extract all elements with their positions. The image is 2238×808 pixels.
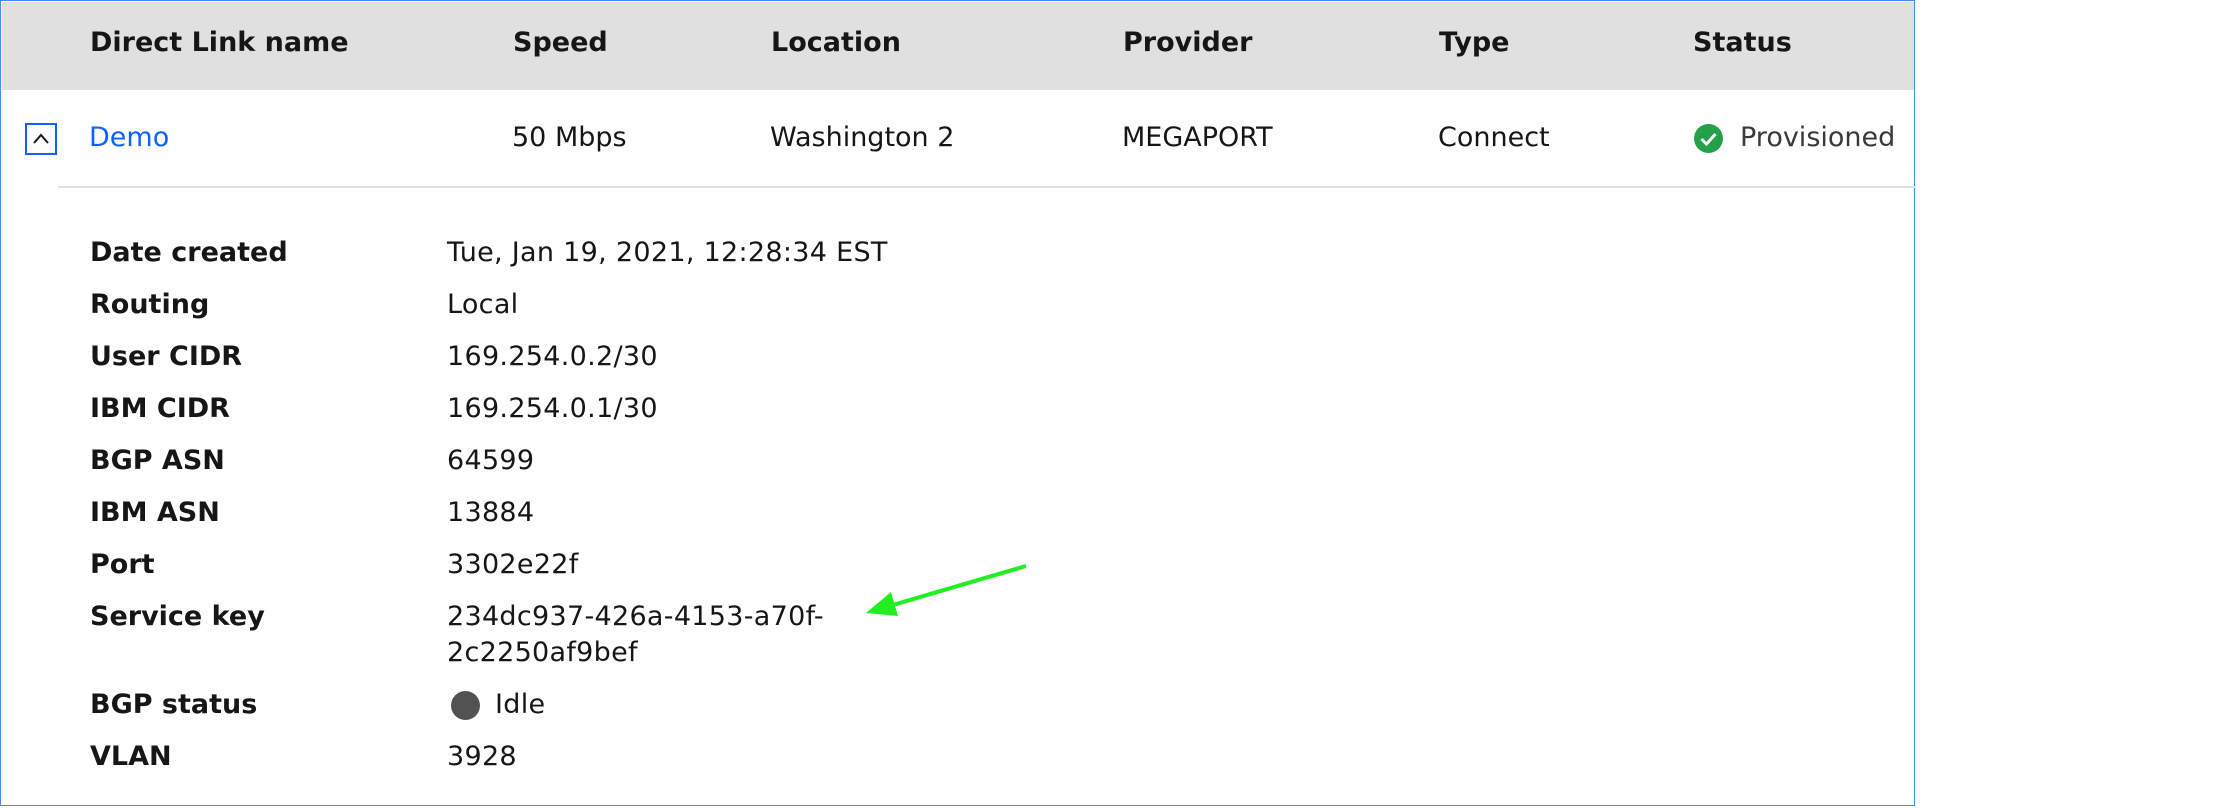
detail-label-vlan: VLAN	[90, 741, 172, 772]
direct-link-name-link[interactable]: Demo	[89, 99, 169, 181]
detail-value-user-cidr: 169.254.0.2/30	[447, 341, 658, 372]
status-label: Provisioned	[1740, 122, 1896, 153]
detail-value-service-key-line1: 234dc937-426a-4153-a70f-	[447, 601, 824, 632]
speed-cell: 50 Mbps	[512, 122, 627, 153]
detail-label-service-key: Service key	[90, 601, 265, 632]
detail-value-ibm-cidr: 169.254.0.1/30	[447, 393, 658, 424]
annotation-arrow-icon	[861, 556, 1031, 616]
detail-value-port: 3302e22f	[447, 549, 579, 580]
detail-label-bgp-status: BGP status	[90, 689, 258, 720]
row-divider	[58, 186, 1915, 188]
detail-label-bgp-asn: BGP ASN	[90, 445, 225, 476]
column-header-provider[interactable]: Provider	[1123, 2, 1252, 90]
column-header-status[interactable]: Status	[1693, 2, 1792, 90]
column-header-name[interactable]: Direct Link name	[90, 2, 349, 90]
detail-value-bgp-asn: 64599	[447, 445, 535, 476]
idle-status-dot-icon	[451, 691, 480, 720]
detail-label-port: Port	[90, 549, 155, 580]
checkmark-filled-icon	[1693, 123, 1724, 154]
detail-value-service-key-line2: 2c2250af9bef	[447, 637, 638, 668]
location-cell: Washington 2	[770, 122, 955, 153]
provider-cell: MEGAPORT	[1122, 122, 1273, 153]
column-header-location[interactable]: Location	[771, 2, 901, 90]
detail-value-date-created: Tue, Jan 19, 2021, 12:28:34 EST	[447, 237, 888, 268]
detail-value-ibm-asn: 13884	[447, 497, 535, 528]
detail-label-ibm-asn: IBM ASN	[90, 497, 220, 528]
detail-label-ibm-cidr: IBM CIDR	[90, 393, 230, 424]
table-header-row: Direct Link name Speed Location Provider…	[2, 2, 1914, 90]
detail-label-user-cidr: User CIDR	[90, 341, 243, 372]
column-header-type[interactable]: Type	[1439, 2, 1509, 90]
column-header-speed[interactable]: Speed	[513, 2, 608, 90]
type-cell: Connect	[1438, 122, 1550, 153]
direct-links-table: Direct Link name Speed Location Provider…	[0, 0, 1915, 806]
detail-label-date-created: Date created	[90, 237, 288, 268]
detail-value-vlan: 3928	[447, 741, 517, 772]
detail-value-bgp-status: Idle	[495, 689, 546, 720]
detail-value-routing: Local	[447, 289, 519, 320]
detail-label-routing: Routing	[90, 289, 210, 320]
collapse-row-button[interactable]	[25, 123, 57, 155]
